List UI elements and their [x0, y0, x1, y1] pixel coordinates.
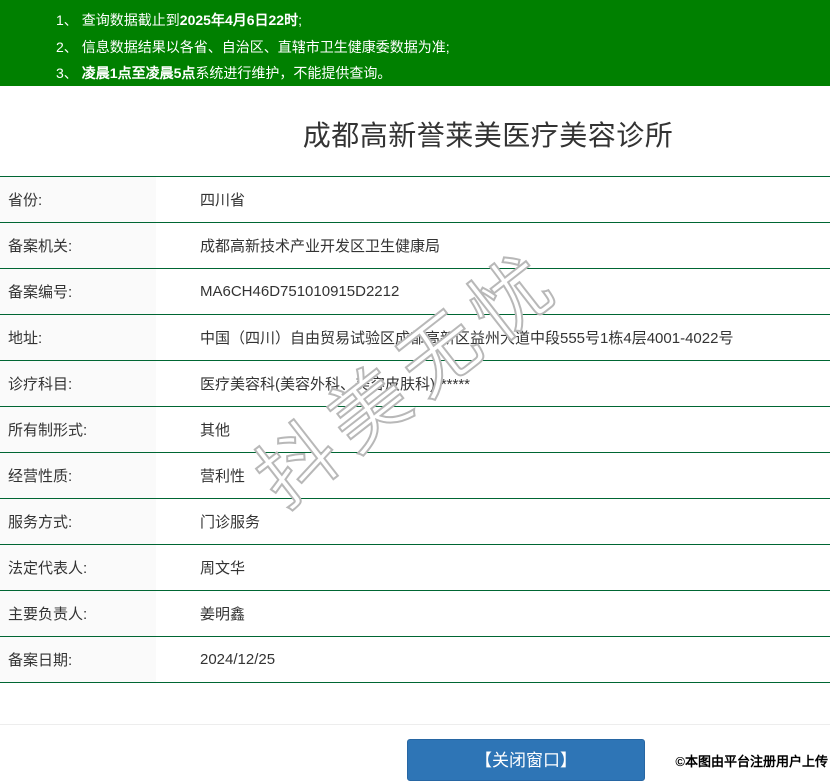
notice-text: 系统进行维护，不能提供查询。 [195, 65, 392, 81]
notice-number: 1、 [56, 12, 78, 28]
field-value: 营利性 [200, 468, 246, 485]
field-value: 周文华 [200, 560, 246, 577]
notice-line: 2、 信息数据结果以各省、自治区、直辖市卫生健康委数据为准; [56, 34, 830, 61]
footer-divider [0, 724, 830, 725]
page-title: 成都高新誉莱美医疗美容诊所 [302, 120, 674, 151]
field-label: 备案编号: [0, 269, 156, 314]
notice-text: 信息数据结果以各省、自治区、直辖市卫生健康委数据为准; [81, 38, 450, 55]
notice-list: 1、 查询数据截止到2025年4月6日22时; 2、 信息数据结果以各省、自治区、直辖… [56, 7, 830, 87]
notice-text: ; [298, 12, 302, 28]
close-window-button[interactable]: 【关闭窗口】 [407, 739, 645, 781]
field-label: 备案日期: [0, 637, 156, 682]
field-value: 其他 [200, 422, 231, 439]
field-value: 医疗美容科(美容外科、美容皮肤科)****** [200, 376, 471, 393]
field-value: 姜明鑫 [200, 606, 246, 623]
field-label: 诊疗科目: [0, 361, 156, 406]
field-value: 成都高新技术产业开发区卫生健康局 [200, 238, 441, 255]
field-value: 2024/12/25 [200, 651, 276, 668]
field-label: 服务方式: [0, 499, 156, 544]
field-value: 中国（四川）自由贸易试验区成都高新区益州大道中段555号1栋4层4001-402… [200, 330, 734, 347]
table-row: 地址: 中国（四川）自由贸易试验区成都高新区益州大道中段555号1栋4层4001-… [0, 314, 830, 360]
field-label: 备案机关: [0, 223, 156, 268]
notice-text: 查询数据截止到 [81, 12, 180, 28]
field-label: 所有制形式: [0, 407, 156, 452]
table-row: 省份: 四川省 [0, 176, 830, 222]
field-label: 地址: [0, 315, 156, 360]
table-row: 备案机关: 成都高新技术产业开发区卫生健康局 [0, 222, 830, 268]
table-row: 经营性质: 营利性 [0, 452, 830, 498]
notice-number: 2、 [56, 38, 78, 55]
table-row: 主要负责人: 姜明鑫 [0, 590, 830, 636]
notice-line: 1、 查询数据截止到2025年4月6日22时; [56, 7, 830, 34]
table-row: 所有制形式: 其他 [0, 406, 830, 452]
table-row: 备案编号: MA6CH46D751010915D2212 [0, 268, 830, 314]
notice-text: 凌晨1点至凌晨5点 [81, 65, 196, 81]
notice-line: 3、 凌晨1点至凌晨5点系统进行维护，不能提供查询。 [56, 60, 830, 87]
table-row: 法定代表人: 周文华 [0, 544, 830, 590]
field-label: 省份: [0, 177, 156, 222]
record-table: 省份: 四川省备案机关: 成都高新技术产业开发区卫生健康局备案编号: MA6CH46D… [0, 176, 830, 683]
table-row: 诊疗科目: 医疗美容科(美容外科、美容皮肤科)****** [0, 360, 830, 406]
field-label: 主要负责人: [0, 591, 156, 636]
field-label: 法定代表人: [0, 545, 156, 590]
attribution-text: ©本图由平台注册用户上传 [675, 754, 828, 769]
notice-text: 2025年4月6日22时 [179, 12, 299, 28]
field-value: 四川省 [200, 192, 246, 209]
notice-bar: 1、 查询数据截止到2025年4月6日22时; 2、 信息数据结果以各省、自治区、直辖… [0, 0, 830, 86]
table-row: 备案日期: 2024/12/25 [0, 636, 830, 683]
table-row: 服务方式: 门诊服务 [0, 498, 830, 544]
field-value: 门诊服务 [200, 514, 261, 531]
field-value: MA6CH46D751010915D2212 [200, 283, 400, 300]
notice-number: 3、 [56, 65, 78, 81]
field-label: 经营性质: [0, 453, 156, 498]
